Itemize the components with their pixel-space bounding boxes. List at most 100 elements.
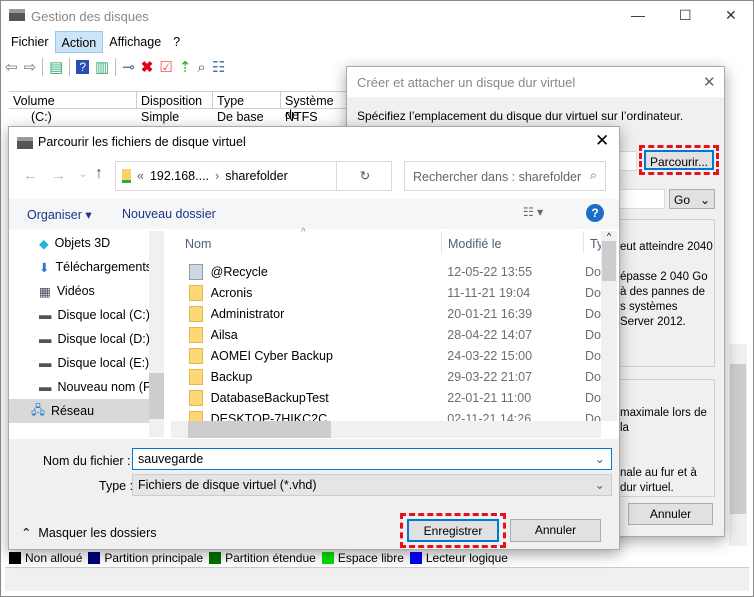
menu-fichier[interactable]: Fichier — [5, 31, 55, 53]
filename-input[interactable]: sauvegarde ⌄ — [132, 448, 612, 470]
legend-free: Espace libre — [321, 551, 404, 565]
help-icon[interactable]: ? — [586, 204, 604, 222]
close-icon[interactable]: ✕ — [595, 131, 609, 151]
recent-chevron-icon[interactable]: ⌄ — [79, 169, 87, 180]
minimize-button[interactable]: — — [631, 7, 645, 23]
menu-help[interactable]: ? — [167, 31, 186, 53]
col-modified[interactable]: Modifié le — [441, 231, 508, 253]
file-row[interactable]: Ailsa 28-04-22 14:07 Do — [171, 324, 601, 345]
disk-icon — [17, 137, 33, 149]
col-volume[interactable]: Volume — [9, 92, 137, 108]
menu-action[interactable]: Action — [54, 31, 104, 53]
col-disposition[interactable]: Disposition — [137, 92, 213, 108]
file-hscrollbar[interactable] — [171, 421, 601, 438]
unit-select[interactable]: Go ⌄ — [669, 189, 715, 209]
file-name: AOMEI Cyber Backup — [210, 348, 333, 363]
search-input[interactable]: Rechercher dans : sharefolder ⌕ — [404, 161, 606, 191]
close-button[interactable]: ✕ — [725, 7, 737, 24]
file-type: Do — [585, 327, 601, 342]
filename-label: Nom du fichier : — [43, 454, 131, 468]
file-type: Do — [585, 285, 601, 300]
cancel-button[interactable]: Annuler — [628, 503, 713, 525]
browse-button[interactable]: Parcourir... — [644, 150, 714, 170]
connect-icon[interactable]: ⊸ — [122, 58, 135, 76]
file-row[interactable]: DESKTOP-7HIKC2C 02-11-21 14:26 Do — [171, 408, 601, 421]
back-icon[interactable]: ⇦ — [5, 58, 18, 76]
path-segment[interactable]: 192.168.... — [150, 169, 209, 183]
type-select[interactable]: Fichiers de disque virtuel (*.vhd) ⌄ — [132, 474, 612, 496]
folder-icon — [189, 326, 203, 343]
volume-name: (C:) — [31, 110, 52, 124]
legend: Non alloué Partition principale Partitio… — [9, 551, 508, 565]
action-pane-icon[interactable]: ▥ — [95, 58, 109, 76]
file-row[interactable]: Acronis 11-11-21 19:04 Do — [171, 282, 601, 303]
refresh-button[interactable]: ↻ — [336, 162, 393, 190]
nav-item[interactable]: ◆ Objets 3D — [9, 231, 149, 255]
file-row[interactable]: @Recycle 12-05-22 13:55 Do — [171, 261, 601, 282]
size-input[interactable] — [617, 189, 665, 209]
delete-icon[interactable]: ✖ — [141, 58, 154, 76]
forward-arrow-icon[interactable]: → — [51, 167, 66, 184]
save-button[interactable]: Enregistrer — [407, 519, 499, 542]
forward-icon[interactable]: ⇨ — [24, 58, 37, 76]
folder-icon — [189, 305, 203, 322]
hide-folders-button[interactable]: ⌃ Masquer les dossiers — [21, 525, 157, 540]
instruction-text: Spécifiez l’emplacement du disque dur vi… — [357, 109, 684, 123]
properties-icon[interactable]: ☑ — [159, 58, 172, 76]
file-name: Administrator — [210, 306, 285, 321]
menu-affichage[interactable]: Affichage — [103, 31, 167, 53]
nav-scrollbar[interactable] — [149, 231, 164, 437]
cancel-button[interactable]: Annuler — [510, 519, 601, 542]
organize-button[interactable]: Organiser ▾ — [27, 207, 92, 222]
col-name[interactable]: Nom — [185, 237, 211, 251]
file-type: Do — [585, 369, 601, 384]
browse-dialog: Parcourir les fichiers de disque virtuel… — [8, 126, 620, 550]
location-input[interactable] — [617, 151, 637, 171]
file-row[interactable]: DatabaseBackupTest 22-01-21 11:00 Do — [171, 387, 601, 408]
nav-item[interactable]: ▦ Vidéos — [9, 279, 149, 303]
console-tree-icon[interactable]: ▤ — [49, 58, 63, 76]
volume-row[interactable]: (C:) Simple De base NTFS — [9, 110, 318, 124]
format-group: eut atteindre 2040 épasse 2 040 Go à des … — [609, 219, 715, 367]
back-arrow-icon[interactable]: ← — [23, 167, 38, 184]
col-fs[interactable]: Système de — [281, 92, 351, 122]
file-date: 12-05-22 13:55 — [447, 264, 533, 279]
status-bar — [5, 567, 749, 591]
nav-item[interactable]: ▬ Disque local (C:) — [9, 303, 149, 327]
close-icon[interactable]: ✕ — [703, 73, 716, 91]
disk-icon — [9, 9, 25, 21]
maximize-button[interactable]: ☐ — [679, 7, 692, 24]
folder-icon — [189, 368, 203, 385]
file-name: Acronis — [210, 285, 253, 300]
export-icon[interactable]: ⇡ — [179, 58, 192, 76]
checklist-icon[interactable]: ☷ — [212, 58, 225, 76]
folder-icon — [189, 347, 203, 364]
col-type[interactable]: Type — [213, 92, 281, 108]
file-row[interactable]: Backup 29-03-22 21:07 Do — [171, 366, 601, 387]
volume-disposition: Simple — [141, 110, 180, 124]
file-row[interactable]: AOMEI Cyber Backup 24-03-22 15:00 Do — [171, 345, 601, 366]
path-segment[interactable]: sharefolder — [225, 169, 288, 183]
main-scrollbar[interactable] — [729, 344, 747, 546]
address-bar[interactable]: « 192.168.... › sharefolder ↻ — [115, 161, 392, 191]
up-arrow-icon[interactable]: ↑ — [95, 165, 103, 183]
nav-item[interactable]: ⬇ Téléchargements — [9, 255, 149, 279]
file-vscrollbar[interactable]: ^ — [601, 231, 617, 421]
dialog-title: Parcourir les fichiers de disque virtuel — [38, 135, 246, 149]
file-list-header: Nom ^ Modifié le Ty — [171, 227, 603, 255]
help-icon[interactable]: ? — [76, 60, 90, 74]
file-row[interactable]: Administrator 20-01-21 16:39 Do — [171, 303, 601, 324]
file-type: Do — [585, 306, 601, 321]
dialog-title: Créer et attacher un disque dur virtuel — [347, 67, 724, 97]
file-name: Backup — [210, 369, 253, 384]
volume-type: De base — [217, 110, 264, 124]
nav-item-selected[interactable]: 🖧 Réseau — [9, 399, 149, 423]
view-options-icon[interactable]: ☷ ▾ — [523, 205, 543, 219]
nav-item[interactable]: ▬ Disque local (E:) — [9, 351, 149, 375]
new-folder-button[interactable]: Nouveau dossier — [122, 207, 216, 221]
file-name: @Recycle — [210, 264, 268, 279]
nav-item[interactable]: ▬ Nouveau nom (F — [9, 375, 149, 399]
search-icon[interactable]: ⌕ — [197, 59, 205, 76]
legend-primary: Partition principale — [88, 551, 203, 565]
nav-item[interactable]: ▬ Disque local (D:) — [9, 327, 149, 351]
